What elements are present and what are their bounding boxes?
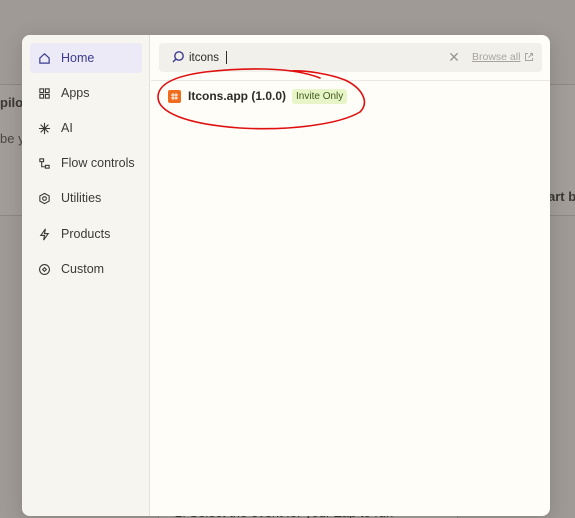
sidebar-item-utilities[interactable]: Utilities: [30, 183, 142, 213]
search-input[interactable]: [189, 47, 429, 68]
external-link-icon: [525, 53, 534, 61]
search-bar[interactable]: ✕ Browse all: [159, 43, 542, 72]
invite-only-badge: Invite Only: [292, 88, 348, 104]
browse-all-link[interactable]: Browse all: [472, 51, 534, 63]
sidebar-item-label: Products: [61, 227, 111, 241]
search-divider: [151, 80, 550, 81]
sidebar-item-ai[interactable]: AI: [30, 113, 142, 143]
background-subtitle-fragment: be y: [0, 131, 25, 146]
sidebar: Home Apps AI Flow controls Utilities Pro…: [22, 35, 150, 516]
sidebar-item-label: Flow controls: [61, 156, 135, 170]
browse-all-label: Browse all: [472, 51, 521, 63]
background-title-fragment: pilo: [0, 95, 24, 110]
sidebar-item-flow-controls[interactable]: Flow controls: [30, 148, 142, 178]
custom-icon: [37, 262, 51, 276]
sidebar-item-custom[interactable]: Custom: [30, 254, 142, 284]
sidebar-item-home[interactable]: Home: [30, 43, 142, 73]
search-result-item[interactable]: Itcons.app (1.0.0) Invite Only: [159, 85, 542, 107]
sidebar-item-label: Home: [61, 51, 95, 65]
sidebar-item-products[interactable]: Products: [30, 219, 142, 249]
sidebar-item-label: Custom: [61, 262, 105, 276]
home-icon: [37, 51, 51, 65]
flow-controls-icon: [37, 156, 51, 170]
result-app-name: Itcons.app (1.0.0): [188, 89, 287, 103]
text-caret: [226, 51, 227, 64]
search-icon: [171, 50, 185, 64]
clear-search-icon[interactable]: ✕: [446, 49, 462, 65]
sidebar-item-apps[interactable]: Apps: [30, 78, 142, 108]
sidebar-item-label: AI: [61, 121, 73, 135]
sidebar-item-label: Apps: [61, 86, 90, 100]
lightning-icon: [37, 227, 51, 241]
utilities-icon: [37, 191, 51, 205]
itcons-logo-icon: [168, 89, 181, 103]
apps-icon: [37, 86, 51, 100]
main-panel: ✕ Browse all Itcons.app (1.0.0) Invite O…: [151, 35, 550, 516]
ai-sparkle-icon: [37, 121, 51, 135]
sidebar-item-label: Utilities: [61, 191, 102, 205]
background-button-fragment: art b: [548, 189, 575, 204]
app-picker-modal: Home Apps AI Flow controls Utilities Pro…: [22, 35, 550, 516]
